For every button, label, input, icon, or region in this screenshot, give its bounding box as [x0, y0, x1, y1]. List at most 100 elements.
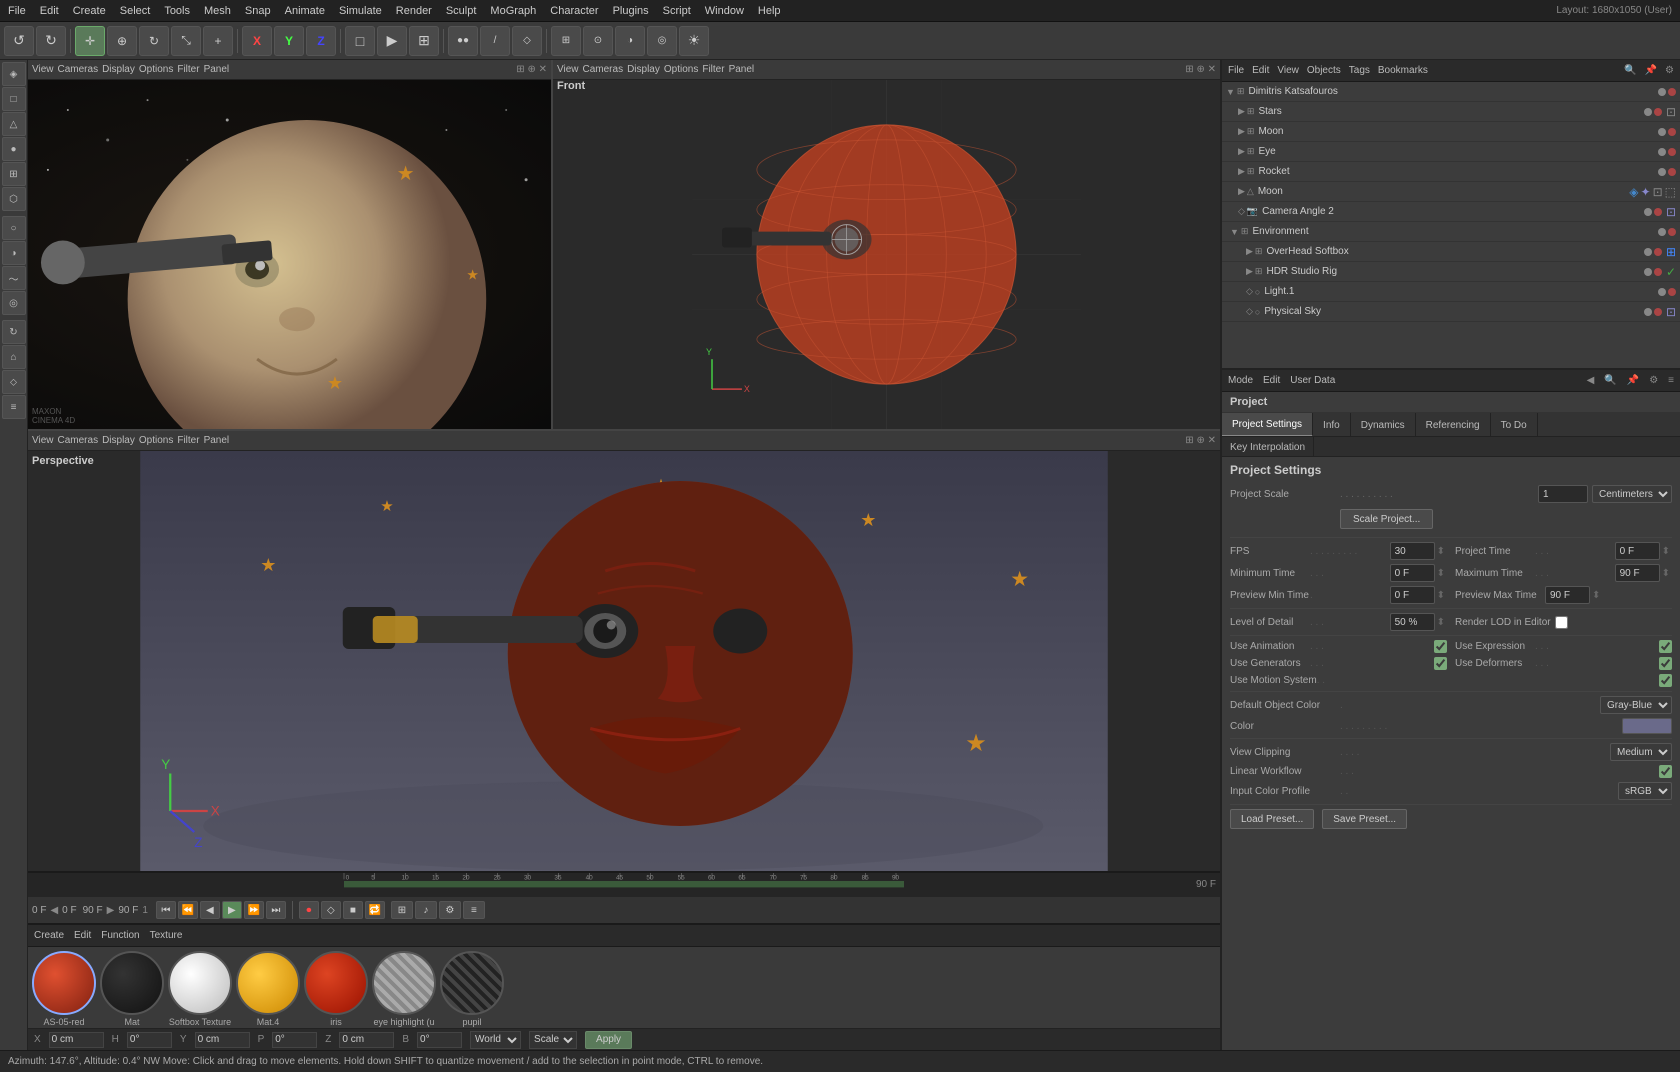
props-load-preset-btn[interactable]: Load Preset...	[1230, 809, 1314, 829]
obj-light1[interactable]: ◇ ○ Light.1	[1222, 282, 1680, 302]
menu-simulate[interactable]: Simulate	[339, 5, 382, 17]
vp-front-panel[interactable]: Panel	[729, 64, 755, 75]
vp-persp-options[interactable]: Options	[139, 435, 173, 446]
obj-softbox[interactable]: ▶ ⊞ OverHead Softbox ⊞	[1222, 242, 1680, 262]
light-btn[interactable]: ☀	[679, 26, 709, 56]
menu-tools[interactable]: Tools	[164, 5, 190, 17]
props-scale-input[interactable]	[1538, 485, 1588, 503]
menu-plugins[interactable]: Plugins	[613, 5, 649, 17]
tab-project-settings[interactable]: Project Settings	[1222, 413, 1313, 437]
menu-animate[interactable]: Animate	[285, 5, 325, 17]
mat-function[interactable]: Function	[101, 930, 139, 941]
render-btn[interactable]: ▶	[377, 26, 407, 56]
sidebar-mode-btn[interactable]: ◈	[2, 62, 26, 86]
coord-h-input[interactable]	[127, 1032, 172, 1048]
props-prevmax-input[interactable]	[1545, 586, 1590, 604]
sidebar-anim-btn[interactable]: ↻	[2, 320, 26, 344]
obj-camera[interactable]: ◇ 📷 Camera Angle 2 ⊡	[1222, 202, 1680, 222]
tab-info[interactable]: Info	[1313, 413, 1351, 437]
props-gen-check[interactable]	[1434, 657, 1447, 670]
props-anim-check[interactable]	[1434, 640, 1447, 653]
go-end-btn[interactable]: ⏭	[266, 901, 286, 919]
vp-front[interactable]: View Cameras Display Options Filter Pane…	[553, 60, 1220, 430]
vp-main-filter[interactable]: Filter	[177, 64, 199, 75]
menu-character[interactable]: Character	[550, 5, 598, 17]
frame-field-90f[interactable]: 90 F	[83, 905, 103, 916]
rotate-tool[interactable]: ↻	[139, 26, 169, 56]
mat-item-yellow[interactable]: Mat.4	[236, 951, 300, 1027]
props-maxtime-stepper[interactable]: ⬍	[1662, 568, 1670, 579]
timeline-ruler[interactable]: 0 5 10 15 20 25 30 35 40	[28, 873, 1220, 897]
tab-dynamics[interactable]: Dynamics	[1351, 413, 1416, 437]
mat-item-red[interactable]: AS-05-red	[32, 951, 96, 1027]
obj-hdr[interactable]: ▶ ⊞ HDR Studio Rig ✓	[1222, 262, 1680, 282]
vp-persp-display[interactable]: Display	[102, 435, 135, 446]
frame-field-0f[interactable]: 0 F	[32, 905, 46, 916]
props-settings2-icon[interactable]: ⚙	[1649, 375, 1658, 386]
props-scale-unit-select[interactable]: Centimeters Meters Inches	[1592, 485, 1672, 503]
obj-view-menu[interactable]: View	[1277, 65, 1299, 76]
props-fps-stepper[interactable]: ⬍	[1437, 546, 1445, 557]
sidebar-obj-btn[interactable]: ◎	[2, 291, 26, 315]
obj-rocket[interactable]: ▶ ⊞ Rocket	[1222, 162, 1680, 182]
coord-y-input[interactable]	[195, 1032, 250, 1048]
props-defcolor-select[interactable]: Gray-Blue	[1600, 696, 1672, 714]
sidebar-layer-btn[interactable]: ≡	[2, 395, 26, 419]
coord-b-input[interactable]	[417, 1032, 462, 1048]
scale-tool[interactable]: ⤡	[171, 26, 201, 56]
menu-select[interactable]: Select	[120, 5, 151, 17]
sidebar-point-btn[interactable]: ●	[2, 137, 26, 161]
coord-scale-select[interactable]: Scale	[529, 1031, 577, 1049]
props-arrow[interactable]: ◀	[1587, 375, 1595, 386]
vp-persp-panel[interactable]: Panel	[204, 435, 230, 446]
obj-env[interactable]: ▼ ⊞ Environment	[1222, 222, 1680, 242]
mat-item-iris[interactable]: iris	[304, 951, 368, 1027]
sidebar-weight-btn[interactable]: ⬦	[2, 370, 26, 394]
snap-btn[interactable]: ⊙	[583, 26, 613, 56]
tab-todo[interactable]: To Do	[1491, 413, 1538, 437]
keyframe-btn[interactable]: ◇	[321, 901, 341, 919]
obj-bookmarks-menu[interactable]: Bookmarks	[1378, 65, 1428, 76]
coord-x-input[interactable]	[49, 1032, 104, 1048]
vp-main-cameras[interactable]: Cameras	[58, 64, 99, 75]
props-scale-btn[interactable]: Scale Project...	[1340, 509, 1433, 529]
sidebar-edge-btn[interactable]: △	[2, 112, 26, 136]
prev-frame-btn[interactable]: ⏪	[178, 901, 198, 919]
obj-eye[interactable]: ▶ ⊞ Eye	[1222, 142, 1680, 162]
coord-world-select[interactable]: World Object	[470, 1031, 521, 1049]
undo-btn[interactable]: ↺	[4, 26, 34, 56]
props-prevmax-stepper[interactable]: ⬍	[1592, 590, 1600, 601]
vp-front-options[interactable]: Options	[664, 64, 698, 75]
subtab-key-interpolation[interactable]: Key Interpolation	[1222, 437, 1314, 457]
mat-item-eye-highlight[interactable]: eye highlight (u	[372, 951, 436, 1027]
vp-main-options[interactable]: Options	[139, 64, 173, 75]
mat-item-pupil[interactable]: pupil	[440, 951, 504, 1027]
obj-moon2[interactable]: ▶ △ Moon ◈ ✦ ⊡ ⬚	[1222, 182, 1680, 202]
menu-script[interactable]: Script	[663, 5, 691, 17]
props-search-icon[interactable]: 🔍	[1604, 375, 1616, 386]
coord-z-input[interactable]	[339, 1032, 394, 1048]
vp-persp-view[interactable]: View	[32, 435, 54, 446]
sidebar-sculpt-btn[interactable]: ○	[2, 216, 26, 240]
menu-snap[interactable]: Snap	[245, 5, 271, 17]
props-mode[interactable]: Mode	[1228, 375, 1253, 386]
vp-front-view[interactable]: View	[557, 64, 579, 75]
mat-item-white[interactable]: Softbox Texture	[168, 951, 232, 1027]
props-maxtime-input[interactable]	[1615, 564, 1660, 582]
props-more-icon[interactable]: ≡	[1668, 375, 1674, 386]
obj-edit[interactable]: Edit	[1252, 65, 1269, 76]
y-axis-btn[interactable]: Y	[274, 26, 304, 56]
tab-referencing[interactable]: Referencing	[1416, 413, 1491, 437]
vp-persp-filter[interactable]: Filter	[177, 435, 199, 446]
props-save-preset-btn[interactable]: Save Preset...	[1322, 809, 1407, 829]
vp-main-view[interactable]: View	[32, 64, 54, 75]
edges-mode[interactable]: /	[480, 26, 510, 56]
pb-audio-btn[interactable]: ♪	[415, 901, 437, 919]
frame-field-current[interactable]: 0 F	[62, 905, 76, 916]
mat-item-black[interactable]: Mat	[100, 951, 164, 1027]
sym-btn[interactable]: ◑	[615, 26, 645, 56]
props-ptime-input[interactable]	[1615, 542, 1660, 560]
obj-stars[interactable]: ▶ ⊞ Stars ⊡	[1222, 102, 1680, 122]
menu-create[interactable]: Create	[73, 5, 106, 17]
props-renderlod-check[interactable]	[1555, 616, 1568, 629]
